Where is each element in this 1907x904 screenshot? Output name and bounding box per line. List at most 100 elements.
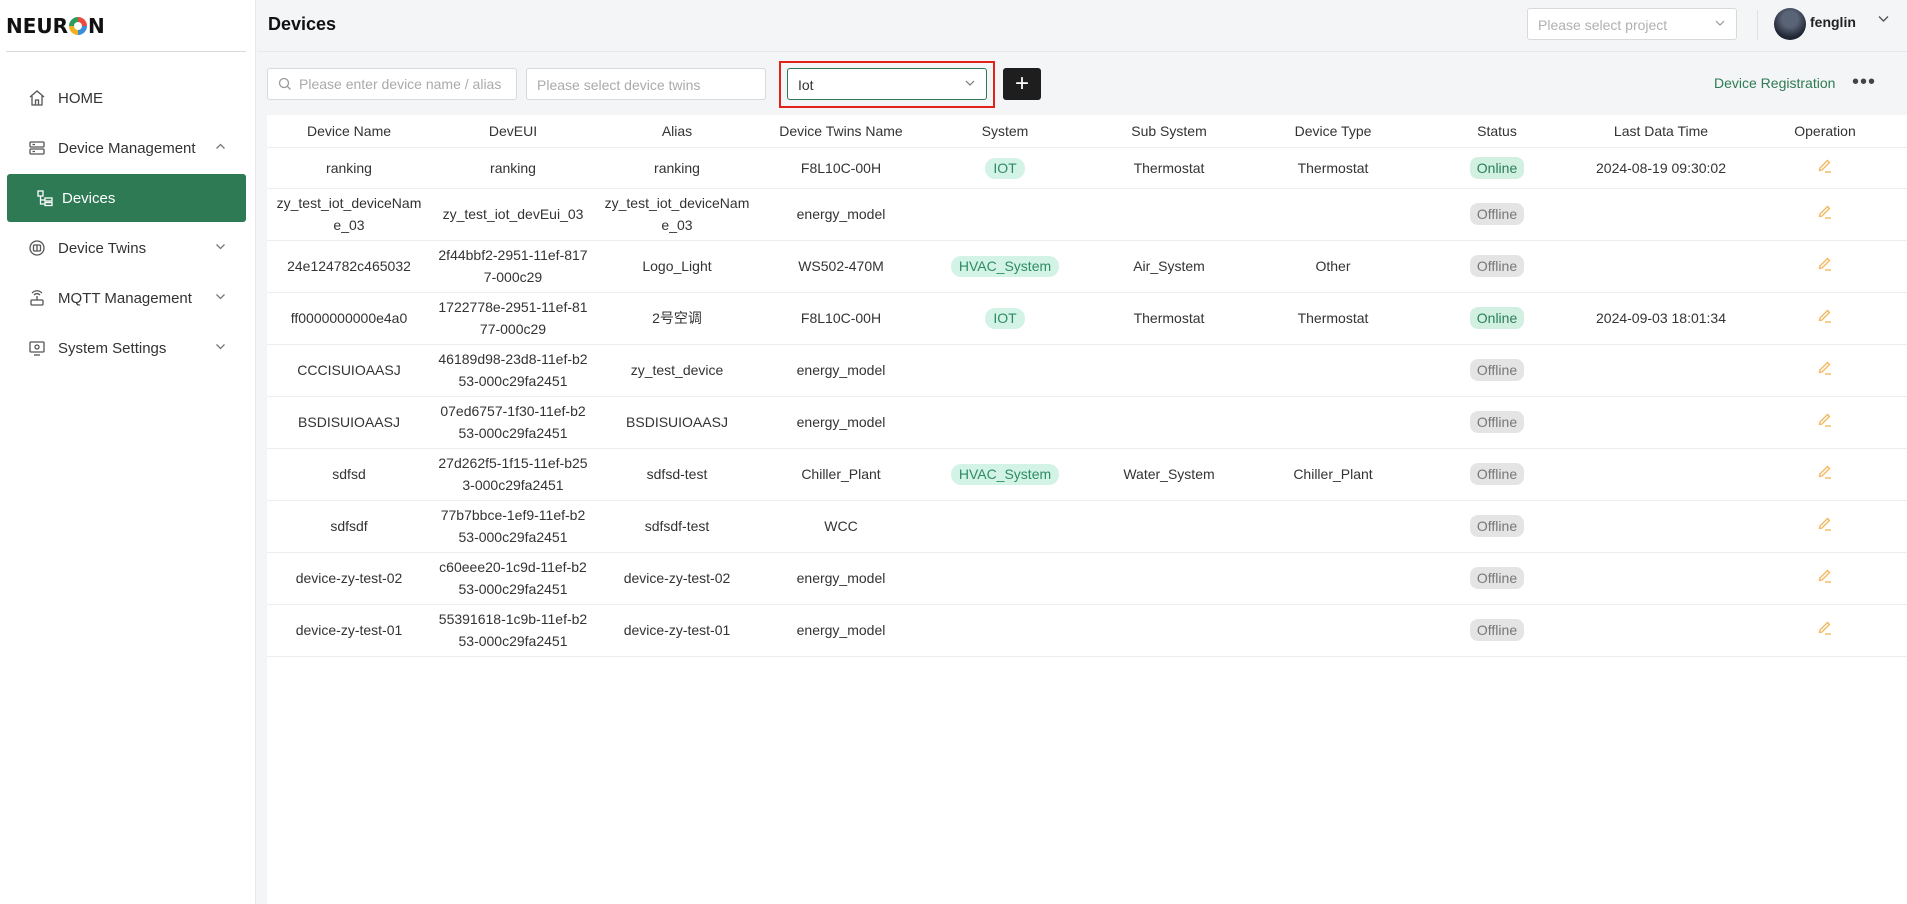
cell-operation (1743, 344, 1907, 397)
edit-icon[interactable] (1816, 566, 1834, 584)
system-tag: IOT (985, 157, 1025, 179)
cell-subsystem: Water_System (1087, 448, 1251, 501)
cell-system (923, 552, 1087, 605)
cell-operation (1743, 552, 1907, 605)
server-icon (26, 137, 48, 159)
edit-icon[interactable] (1816, 156, 1834, 174)
cell-type: Thermostat (1251, 292, 1415, 345)
table-row[interactable]: device-zy-test-01 55391618-1c9b-11ef-b253… (267, 604, 1907, 657)
system-select[interactable]: Iot (787, 68, 987, 100)
monitor-icon (26, 337, 48, 359)
column-header: Device Type (1251, 115, 1415, 148)
cell-twins: F8L10C-00H (759, 147, 923, 189)
edit-icon[interactable] (1816, 462, 1834, 480)
table-row[interactable]: BSDISUIOAASJ 07ed6757-1f30-11ef-b253-000c… (267, 396, 1907, 449)
cell-time: 2024-08-19 09:30:02 (1579, 147, 1743, 189)
device-twins-select[interactable]: Please select device twins (526, 68, 766, 100)
cell-deveui: 55391618-1c9b-11ef-b253-000c29fa2451 (431, 604, 595, 657)
cell-twins: WCC (759, 500, 923, 553)
column-header: Alias (595, 115, 759, 148)
header-divider (1757, 10, 1758, 40)
cell-operation (1743, 448, 1907, 501)
cell-name: 24e124782c465032 (267, 240, 431, 293)
edit-icon[interactable] (1816, 254, 1834, 272)
table-row[interactable]: ranking ranking ranking F8L10C-00H IOT Thermo… (267, 147, 1907, 189)
cell-subsystem (1087, 344, 1251, 397)
plus-icon: + (1014, 70, 1029, 97)
cell-time (1579, 604, 1743, 657)
cell-type (1251, 396, 1415, 449)
device-search-input[interactable]: Please enter device name / alias (267, 68, 517, 100)
cell-twins: energy_model (759, 396, 923, 449)
cell-name: sdfsd (267, 448, 431, 501)
project-select[interactable]: Please select project (1527, 8, 1737, 40)
user-menu-chevron-icon[interactable] (1877, 12, 1890, 28)
cell-status: Offline (1415, 448, 1579, 501)
cell-status: Online (1415, 292, 1579, 345)
cell-operation (1743, 396, 1907, 449)
edit-icon[interactable] (1816, 306, 1834, 324)
devices-table: Device Name DevEUI Alias Device Twins Na… (267, 115, 1907, 904)
table-row[interactable]: CCCISUIOAASJ 46189d98-23d8-11ef-b253-000c… (267, 344, 1907, 397)
cell-type: Thermostat (1251, 147, 1415, 189)
sidebar-item-system-settings[interactable]: System Settings (7, 324, 246, 372)
cell-status: Offline (1415, 240, 1579, 293)
cell-status: Offline (1415, 604, 1579, 657)
system-select-value: Iot (798, 77, 814, 93)
more-options-button[interactable]: ••• (1852, 71, 1876, 94)
edit-icon[interactable] (1816, 358, 1834, 376)
username[interactable]: fenglin (1810, 14, 1856, 30)
sidebar-item-mqtt-management[interactable]: MQTT Management (7, 274, 246, 322)
cell-type (1251, 188, 1415, 241)
cell-system (923, 344, 1087, 397)
search-icon (278, 77, 292, 91)
add-button[interactable]: + (1003, 68, 1041, 100)
neuron-logo[interactable]: NEUR N (6, 14, 105, 38)
cell-subsystem (1087, 396, 1251, 449)
sidebar-item-device-management[interactable]: Device Management (7, 124, 246, 172)
avatar[interactable] (1774, 8, 1806, 40)
cell-alias: device-zy-test-02 (595, 552, 759, 605)
edit-icon[interactable] (1816, 618, 1834, 636)
cell-operation (1743, 240, 1907, 293)
device-registration-link[interactable]: Device Registration (1714, 75, 1835, 91)
cell-status: Offline (1415, 344, 1579, 397)
edit-icon[interactable] (1816, 410, 1834, 428)
twins-placeholder: Please select device twins (537, 77, 701, 93)
edit-icon[interactable] (1816, 514, 1834, 532)
cell-status: Offline (1415, 396, 1579, 449)
table-row[interactable]: sdfsd 27d262f5-1f15-11ef-b253-000c29fa245… (267, 448, 1907, 501)
edit-icon[interactable] (1816, 202, 1834, 220)
column-header: System (923, 115, 1087, 148)
sidebar-item-device-twins[interactable]: Device Twins (7, 224, 246, 272)
table-row[interactable]: ff0000000000e4a0 1722778e-2951-11ef-8177-… (267, 292, 1907, 345)
cell-type (1251, 344, 1415, 397)
status-badge: Online (1469, 156, 1525, 179)
cell-subsystem (1087, 188, 1251, 241)
cell-type (1251, 500, 1415, 553)
sidebar-item-label: HOME (58, 89, 103, 107)
cell-operation (1743, 147, 1907, 189)
logo-divider (6, 51, 246, 52)
cell-deveui: 1722778e-2951-11ef-8177-000c29 (431, 292, 595, 345)
sidebar-item-home[interactable]: HOME (7, 74, 246, 122)
cell-alias: sdfsdf-test (595, 500, 759, 553)
cell-status: Online (1415, 147, 1579, 189)
cell-twins: WS502-470M (759, 240, 923, 293)
table-row[interactable]: zy_test_iot_deviceName_03 zy_test_iot_dev… (267, 188, 1907, 241)
cell-alias: BSDISUIOAASJ (595, 396, 759, 449)
cell-system: HVAC_System (923, 240, 1087, 293)
status-badge: Offline (1469, 463, 1525, 485)
search-placeholder: Please enter device name / alias (299, 76, 502, 92)
table-row[interactable]: device-zy-test-02 c60eee20-1c9d-11ef-b253… (267, 552, 1907, 605)
table-row[interactable]: sdfsdf 77b7bbce-1ef9-11ef-b253-000c29fa24… (267, 500, 1907, 553)
sidebar-item-devices[interactable]: Devices (7, 174, 246, 222)
cell-system (923, 188, 1087, 241)
table-row[interactable]: 24e124782c465032 2f44bbf2-2951-11ef-8177-… (267, 240, 1907, 293)
cell-name: sdfsdf (267, 500, 431, 553)
cell-twins: energy_model (759, 552, 923, 605)
cell-type: Other (1251, 240, 1415, 293)
cell-deveui: 2f44bbf2-2951-11ef-8177-000c29 (431, 240, 595, 293)
status-badge: Offline (1469, 203, 1525, 225)
cell-alias: Logo_Light (595, 240, 759, 293)
